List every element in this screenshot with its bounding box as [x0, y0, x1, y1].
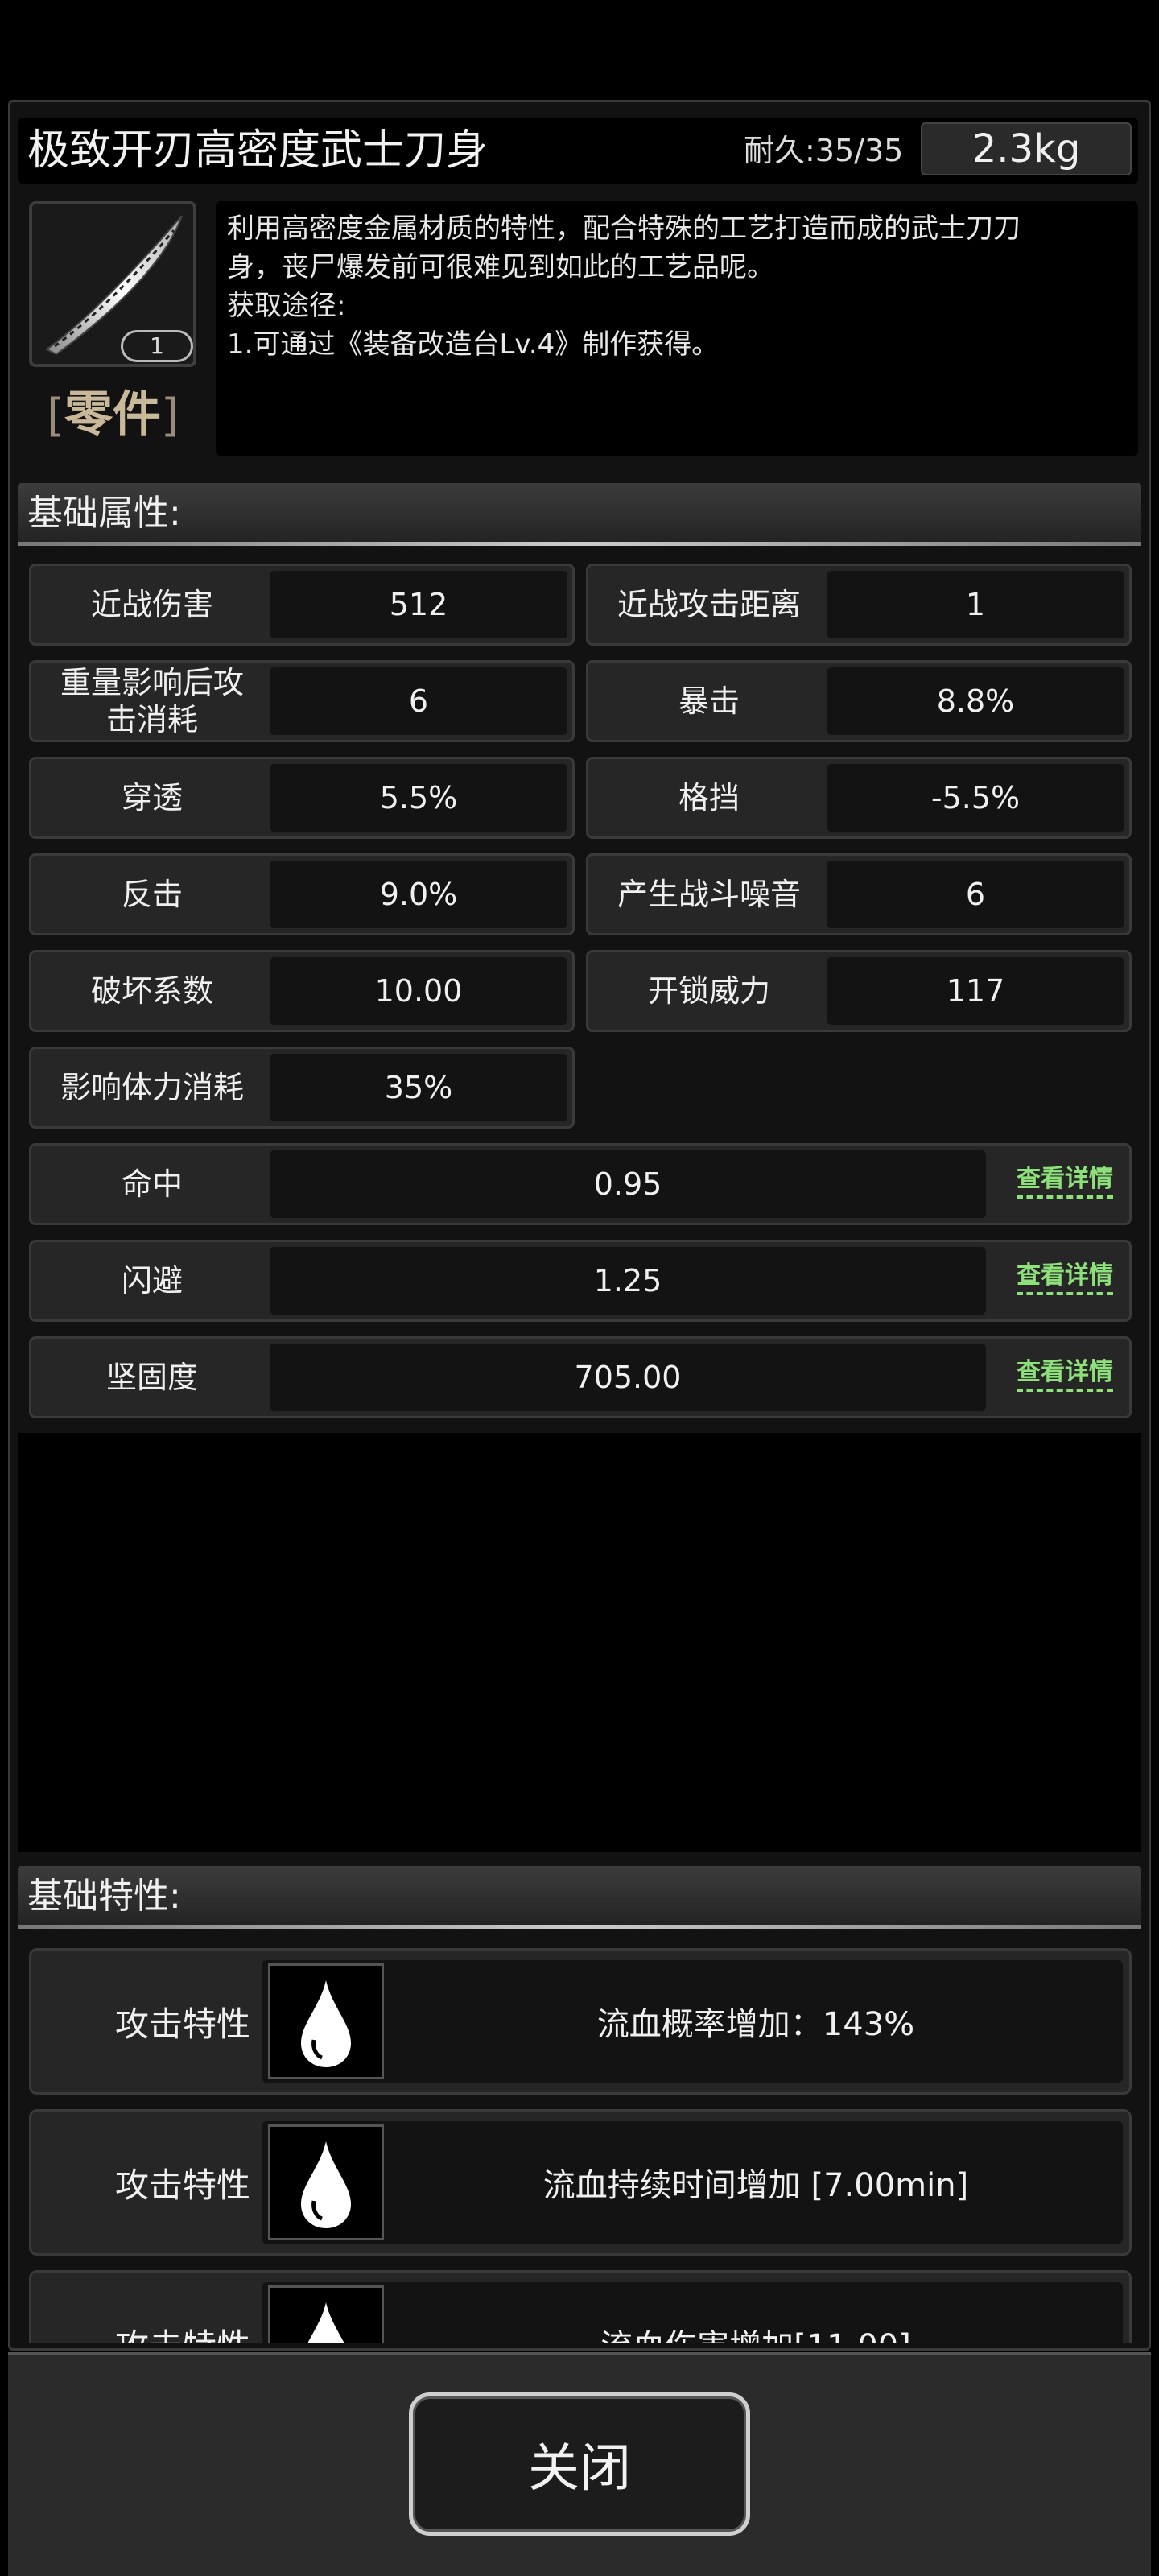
stat-evasion: 闪避 1.25 查看详情 — [29, 1240, 1132, 1322]
stat-label: 近战攻击距离 — [617, 587, 801, 622]
section-title: 基础属性: — [27, 493, 181, 534]
durability-text: 耐久:35/35 — [744, 133, 904, 168]
view-details-link[interactable]: 查看详情 — [1017, 1260, 1113, 1295]
stat-label: 破坏系数 — [90, 973, 213, 1009]
stat-label: 坚固度 — [105, 1360, 198, 1395]
stat-value: 6 — [827, 861, 1124, 928]
stat-durability-strength: 坚固度 705.00 查看详情 — [29, 1336, 1132, 1418]
category-bracket-right: ] — [161, 390, 179, 442]
category-label: 零件 — [64, 386, 161, 443]
description-line: 获取途径: — [227, 290, 346, 322]
stat-value: 5.5% — [270, 764, 567, 832]
stat-melee-range: 近战攻击距离 1 — [586, 564, 1132, 646]
stat-label: 命中 — [121, 1166, 183, 1202]
stat-label: 反击 — [121, 877, 183, 912]
weight-badge: 2.3kg — [921, 122, 1132, 175]
stat-unlock-power: 开锁威力 117 — [586, 950, 1132, 1032]
stat-value: 705.00 — [270, 1344, 986, 1411]
stat-value: 0.95 — [270, 1150, 986, 1218]
stat-label: 闪避 — [121, 1263, 183, 1298]
view-details-link[interactable]: 查看详情 — [1017, 1163, 1113, 1199]
stat-value: 117 — [827, 957, 1124, 1025]
status-bar-area — [0, 0, 1159, 98]
trait-label: 攻击特性 — [114, 2004, 250, 2044]
blood-drop-icon — [268, 1963, 384, 2079]
section-title: 基础特性: — [27, 1876, 181, 1917]
traits-scroll-area[interactable]: 攻击特性 流血概率增加：143% 攻击特性 流血持续时间增加 [7.00min]… — [18, 1916, 1141, 2343]
blood-drop-icon — [268, 2285, 384, 2343]
stat-value: 512 — [270, 571, 567, 638]
stat-combat-noise: 产生战斗噪音 6 — [586, 853, 1132, 935]
stat-value: 1 — [827, 571, 1124, 638]
close-button[interactable]: 关闭 — [409, 2392, 750, 2536]
stat-value: 6 — [270, 667, 567, 735]
stat-accuracy: 命中 0.95 查看详情 — [29, 1143, 1132, 1225]
stat-label: 近战伤害 — [90, 587, 213, 622]
stat-label: 产生战斗噪音 — [617, 877, 801, 912]
trait-text: 流血伤害增加[11.00] — [386, 2273, 1126, 2343]
trait-label: 攻击特性 — [114, 2165, 250, 2205]
stat-block: 格挡 -5.5% — [586, 757, 1132, 839]
stat-counter: 反击 9.0% — [29, 853, 575, 935]
trait-row: 攻击特性 流血概率增加：143% — [29, 1948, 1132, 2095]
stat-label: 暴击 — [678, 683, 740, 719]
item-category: [零件] — [29, 382, 196, 448]
blood-drop-icon — [268, 2124, 384, 2240]
stat-label: 开锁威力 — [647, 973, 770, 1009]
description-line: 身，丧尸爆发前可很难见到如此的工艺品呢。 — [227, 251, 774, 283]
stat-stamina-cost: 影响体力消耗 35% — [29, 1046, 575, 1129]
category-bracket-left: [ — [47, 390, 64, 442]
description-line: 利用高密度金属材质的特性，配合特殊的工艺打造而成的武士刀刀 — [227, 213, 1021, 245]
item-count-badge: 1 — [121, 330, 193, 362]
trait-label: 攻击特性 — [31, 2273, 257, 2343]
stat-value: 10.00 — [270, 957, 567, 1025]
trait-text: 流血概率增加：143% — [596, 2006, 915, 2043]
stat-value: 9.0% — [270, 861, 567, 928]
item-name: 极致开刃高密度武士刀身 — [27, 126, 489, 175]
stat-melee-damage: 近战伤害 512 — [29, 564, 575, 646]
stat-value: 1.25 — [270, 1247, 986, 1315]
view-details-link[interactable]: 查看详情 — [1017, 1356, 1113, 1392]
stat-value: 35% — [270, 1054, 567, 1121]
basic-attributes-header: 基础属性: — [18, 483, 1141, 546]
trait-text: 流血持续时间增加 [7.00min] — [542, 2167, 969, 2204]
stat-attack-cost: 重量影响后攻击消耗 6 — [29, 660, 575, 742]
stat-label: 格挡 — [678, 780, 740, 815]
stat-value: 8.8% — [827, 667, 1124, 735]
description-line: 1.可通过《装备改造台Lv.4》制作获得。 — [227, 328, 720, 361]
stat-label: 重量影响后攻击消耗 — [60, 665, 244, 737]
stat-label: 影响体力消耗 — [60, 1070, 244, 1105]
empty-area — [18, 1433, 1141, 1852]
stat-destruction: 破坏系数 10.00 — [29, 950, 575, 1032]
stat-value: -5.5% — [827, 764, 1124, 832]
item-description: 利用高密度金属材质的特性，配合特殊的工艺打造而成的武士刀刀 身，丧尸爆发前可很难… — [216, 201, 1138, 456]
trait-row: 攻击特性 流血持续时间增加 [7.00min] — [29, 2109, 1132, 2256]
stat-label: 穿透 — [121, 780, 183, 815]
trait-row: 攻击特性 流血伤害增加[11.00] — [29, 2270, 1132, 2343]
stat-penetration: 穿透 5.5% — [29, 757, 575, 839]
stat-critical: 暴击 8.8% — [586, 660, 1132, 742]
